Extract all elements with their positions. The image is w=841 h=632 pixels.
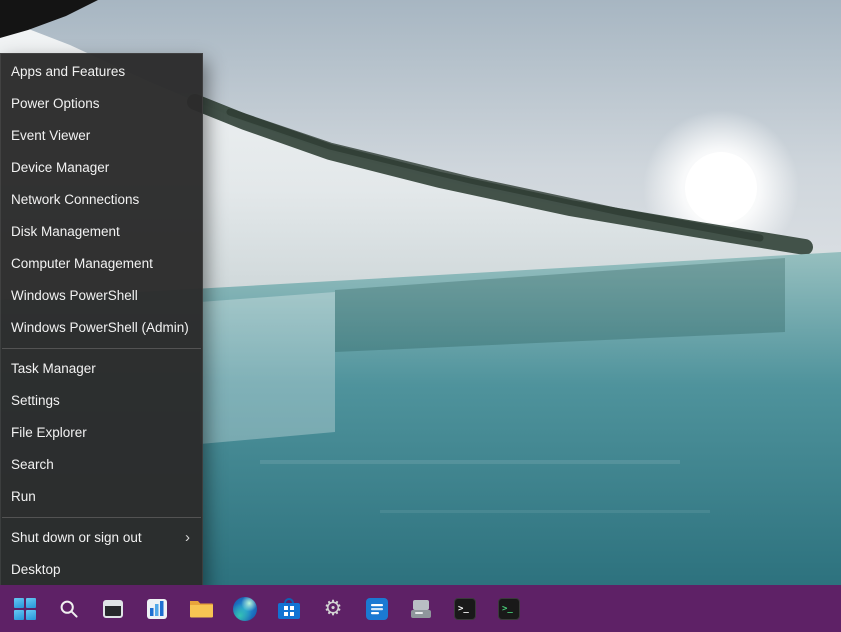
- app-window-button[interactable]: [93, 588, 133, 630]
- menu-item-label: Windows PowerShell (Admin): [11, 312, 189, 344]
- menu-item-label: Search: [11, 449, 54, 481]
- search-button[interactable]: [49, 588, 89, 630]
- edge-icon: [233, 597, 257, 621]
- search-icon: [59, 599, 79, 619]
- menu-item-network-connections[interactable]: Network Connections: [1, 184, 202, 216]
- menu-item-device-manager[interactable]: Device Manager: [1, 152, 202, 184]
- windows-logo-icon: [14, 598, 36, 620]
- menu-item-label: File Explorer: [11, 417, 87, 449]
- device-app-button[interactable]: [401, 588, 441, 630]
- menu-item-task-manager[interactable]: Task Manager: [1, 353, 202, 385]
- gear-icon: ⚙: [324, 598, 343, 619]
- file-explorer-icon: [189, 598, 214, 619]
- menu-section-session: Shut down or sign out › Desktop: [1, 522, 202, 586]
- submenu-chevron-icon: ›: [185, 522, 190, 554]
- winx-menu: Apps and Features Power Options Event Vi…: [0, 53, 203, 589]
- menu-item-label: Run: [11, 481, 36, 513]
- menu-item-settings[interactable]: Settings: [1, 385, 202, 417]
- blue-panel-app-button[interactable]: [357, 588, 397, 630]
- cliff-reflection: [200, 292, 335, 444]
- start-button[interactable]: [5, 588, 45, 630]
- menu-section-shell: Task Manager Settings File Explorer Sear…: [1, 353, 202, 513]
- menu-item-label: Computer Management: [11, 248, 153, 280]
- terminal-icon: >_: [454, 598, 476, 620]
- edge-browser-button[interactable]: [225, 588, 265, 630]
- command-prompt-icon: >_: [498, 598, 520, 620]
- file-explorer-button[interactable]: [181, 588, 221, 630]
- command-prompt-button[interactable]: >_: [489, 588, 529, 630]
- menu-item-label: Disk Management: [11, 216, 120, 248]
- app-window-icon: [102, 598, 124, 620]
- menu-item-disk-management[interactable]: Disk Management: [1, 216, 202, 248]
- menu-item-file-explorer[interactable]: File Explorer: [1, 417, 202, 449]
- menu-item-label: Settings: [11, 385, 60, 417]
- desktop: Apps and Features Power Options Event Vi…: [0, 0, 841, 632]
- microsoft-store-button[interactable]: [269, 588, 309, 630]
- menu-item-label: Network Connections: [11, 184, 139, 216]
- menu-item-search[interactable]: Search: [1, 449, 202, 481]
- menu-separator: [2, 517, 201, 518]
- menu-item-label: Device Manager: [11, 152, 109, 184]
- menu-item-label: Shut down or sign out: [11, 522, 142, 554]
- menu-item-computer-management[interactable]: Computer Management: [1, 248, 202, 280]
- menu-separator: [2, 348, 201, 349]
- menu-item-windows-powershell[interactable]: Windows PowerShell: [1, 280, 202, 312]
- blue-panel-app-icon: [366, 598, 388, 620]
- usage-chart-icon: [146, 598, 168, 620]
- terminal-button[interactable]: >_: [445, 588, 485, 630]
- store-icon: [278, 598, 300, 619]
- device-app-icon: [410, 598, 432, 620]
- menu-item-label: Power Options: [11, 88, 100, 120]
- water-streak: [260, 460, 680, 464]
- menu-item-windows-powershell-admin[interactable]: Windows PowerShell (Admin): [1, 312, 202, 344]
- sun: [685, 152, 757, 224]
- menu-item-label: Apps and Features: [11, 56, 125, 88]
- taskbar: ⚙ >_ >_: [0, 585, 841, 632]
- menu-item-shut-down-or-sign-out[interactable]: Shut down or sign out ›: [1, 522, 202, 554]
- menu-section-tools: Apps and Features Power Options Event Vi…: [1, 56, 202, 344]
- menu-item-event-viewer[interactable]: Event Viewer: [1, 120, 202, 152]
- usage-chart-app-button[interactable]: [137, 588, 177, 630]
- menu-item-desktop[interactable]: Desktop: [1, 554, 202, 586]
- settings-button[interactable]: ⚙: [313, 588, 353, 630]
- menu-item-label: Task Manager: [11, 353, 96, 385]
- menu-item-apps-and-features[interactable]: Apps and Features: [1, 56, 202, 88]
- menu-item-power-options[interactable]: Power Options: [1, 88, 202, 120]
- menu-item-label: Desktop: [11, 554, 61, 586]
- menu-item-label: Event Viewer: [11, 120, 90, 152]
- water-streak: [380, 510, 710, 513]
- menu-item-label: Windows PowerShell: [11, 280, 138, 312]
- menu-item-run[interactable]: Run: [1, 481, 202, 513]
